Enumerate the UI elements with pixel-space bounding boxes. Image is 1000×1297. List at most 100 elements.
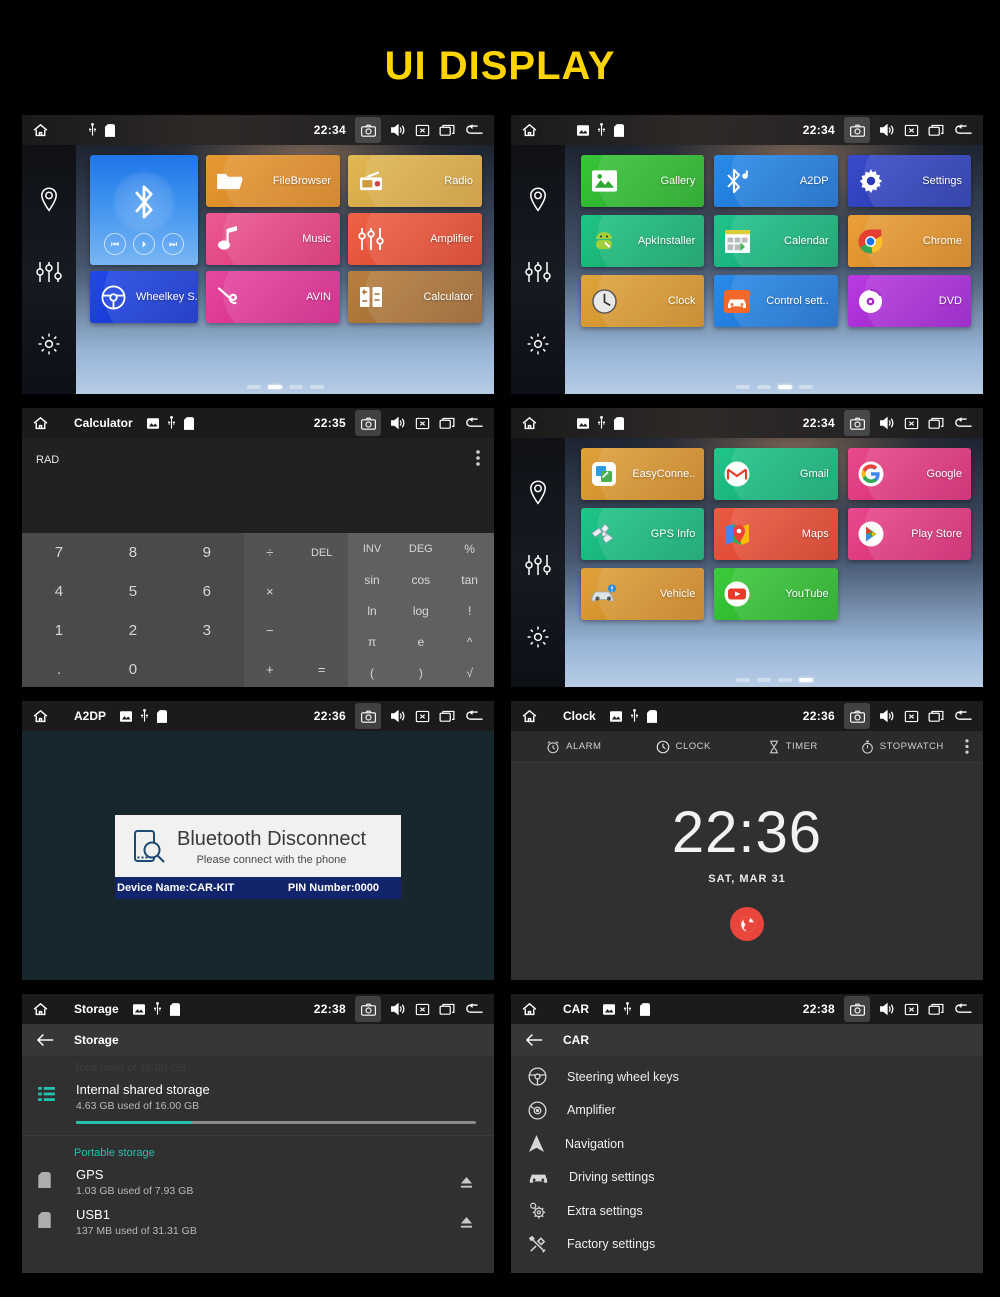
app-tile-calendar[interactable]: Calendar [714, 215, 838, 267]
calc-key[interactable]: × [244, 572, 296, 611]
tab-stopwatch[interactable]: STOPWATCH [848, 740, 958, 754]
car-item-factory-settings[interactable]: Factory settings [511, 1228, 983, 1262]
app-tile-maps[interactable]: Maps [714, 508, 838, 560]
calc-key[interactable]: 3 [170, 611, 244, 650]
app-tile-amplifier[interactable]: Amplifier [348, 213, 482, 265]
calc-key[interactable]: 9 [170, 533, 244, 572]
tab-alarm[interactable]: ALARM [519, 740, 629, 754]
app-tile-filebrowser[interactable]: FileBrowser [206, 155, 340, 207]
location-pin-icon[interactable] [38, 187, 60, 213]
page-dot-active[interactable] [777, 385, 792, 389]
close-icon[interactable] [415, 417, 430, 430]
page-dot[interactable] [777, 678, 792, 682]
volume-icon[interactable] [879, 123, 895, 137]
calc-key[interactable]: √ [445, 658, 494, 687]
page-dot[interactable] [735, 678, 750, 682]
location-pin-icon[interactable] [527, 480, 549, 506]
camera-icon[interactable] [844, 410, 870, 436]
calc-key[interactable]: log [396, 595, 445, 626]
volume-icon[interactable] [390, 123, 406, 137]
calc-key[interactable]: 0 [96, 650, 170, 687]
calc-key-delete[interactable]: DEL [296, 533, 348, 572]
car-item-navigation[interactable]: Navigation [511, 1127, 983, 1161]
prev-track-icon[interactable]: ⏮ [104, 233, 126, 255]
recents-icon[interactable] [439, 417, 455, 430]
equalizer-icon[interactable] [525, 553, 551, 577]
app-tile-gmail[interactable]: Gmail [714, 448, 838, 500]
page-dot-active[interactable] [267, 385, 282, 389]
page-dot[interactable] [309, 385, 324, 389]
calc-key[interactable]: ) [396, 658, 445, 687]
calc-key[interactable]: 4 [22, 572, 96, 611]
back-icon[interactable] [464, 709, 484, 723]
calc-key[interactable]: cos [396, 564, 445, 595]
app-tile-settings[interactable]: Settings [847, 155, 971, 207]
app-tile-gpsinfo[interactable]: GPS Info [581, 508, 705, 560]
calc-key[interactable]: . [22, 650, 96, 687]
app-tile-radio[interactable]: Radio [348, 155, 482, 207]
app-tile-music[interactable]: Music [206, 213, 340, 265]
calc-key[interactable]: 7 [22, 533, 96, 572]
calc-key-equals[interactable]: = [296, 650, 348, 687]
app-tile-calculator[interactable]: Calculator [348, 271, 482, 323]
page-dot[interactable] [798, 385, 813, 389]
close-icon[interactable] [904, 417, 919, 430]
app-tile-google[interactable]: Google [847, 448, 971, 500]
home-icon[interactable] [520, 122, 539, 139]
equalizer-icon[interactable] [525, 260, 551, 284]
app-tile-dvd[interactable]: DVD [847, 275, 971, 327]
home-icon[interactable] [520, 1001, 539, 1018]
home-icon[interactable] [31, 708, 50, 725]
gear-icon[interactable] [526, 625, 550, 649]
recents-icon[interactable] [439, 124, 455, 137]
eject-icon[interactable] [456, 1167, 476, 1197]
app-tile-avin[interactable]: AVIN [206, 271, 340, 323]
camera-icon[interactable] [355, 996, 381, 1022]
home-icon[interactable] [31, 415, 50, 432]
close-icon[interactable] [904, 710, 919, 723]
car-item-extra-settings[interactable]: Extra settings [511, 1194, 983, 1228]
back-icon[interactable] [953, 416, 973, 430]
calc-key[interactable]: e [396, 627, 445, 658]
home-icon[interactable] [520, 415, 539, 432]
recents-icon[interactable] [439, 710, 455, 723]
home-icon[interactable] [31, 1001, 50, 1018]
recents-icon[interactable] [928, 1003, 944, 1016]
camera-icon[interactable] [844, 703, 870, 729]
add-city-fab-button[interactable] [730, 907, 764, 941]
volume-icon[interactable] [390, 416, 406, 430]
arrow-back-icon[interactable] [526, 1033, 543, 1047]
kebab-menu-icon[interactable] [476, 450, 480, 466]
calc-key[interactable]: % [445, 533, 494, 564]
calc-key[interactable]: 5 [96, 572, 170, 611]
back-icon[interactable] [464, 1002, 484, 1016]
calc-key[interactable]: tan [445, 564, 494, 595]
page-dot[interactable] [735, 385, 750, 389]
page-dot[interactable] [246, 385, 261, 389]
storage-portable-row[interactable]: GPS 1.03 GB used of 7.93 GB [22, 1165, 494, 1197]
app-tile-youtube[interactable]: YouTube [714, 568, 838, 620]
eject-icon[interactable] [456, 1207, 476, 1237]
app-tile-clock[interactable]: Clock [581, 275, 705, 327]
back-icon[interactable] [953, 123, 973, 137]
page-dot[interactable] [756, 385, 771, 389]
camera-icon[interactable] [355, 703, 381, 729]
arrow-back-icon[interactable] [37, 1033, 54, 1047]
car-item-steering-wheel-keys[interactable]: Steering wheel keys [511, 1060, 983, 1094]
calc-key[interactable]: ! [445, 595, 494, 626]
app-tile-control-settings[interactable]: Control sett.. [714, 275, 838, 327]
app-tile-apkinstaller[interactable]: ApkInstaller [581, 215, 705, 267]
calc-key[interactable]: 1 [22, 611, 96, 650]
tab-clock[interactable]: CLOCK [629, 740, 739, 754]
calc-key[interactable]: ln [348, 595, 397, 626]
bluetooth-widget[interactable]: ⏮ ⏵ ⏭ [90, 155, 198, 265]
recents-icon[interactable] [439, 1003, 455, 1016]
app-tile-vehicle[interactable]: Vehicle [581, 568, 705, 620]
volume-icon[interactable] [390, 709, 406, 723]
calc-key[interactable]: INV [348, 533, 397, 564]
car-item-driving-settings[interactable]: Driving settings [511, 1161, 983, 1195]
close-icon[interactable] [415, 124, 430, 137]
calc-key[interactable]: 2 [96, 611, 170, 650]
app-tile-easyconnect[interactable]: EasyConne.. [581, 448, 705, 500]
location-pin-icon[interactable] [527, 187, 549, 213]
